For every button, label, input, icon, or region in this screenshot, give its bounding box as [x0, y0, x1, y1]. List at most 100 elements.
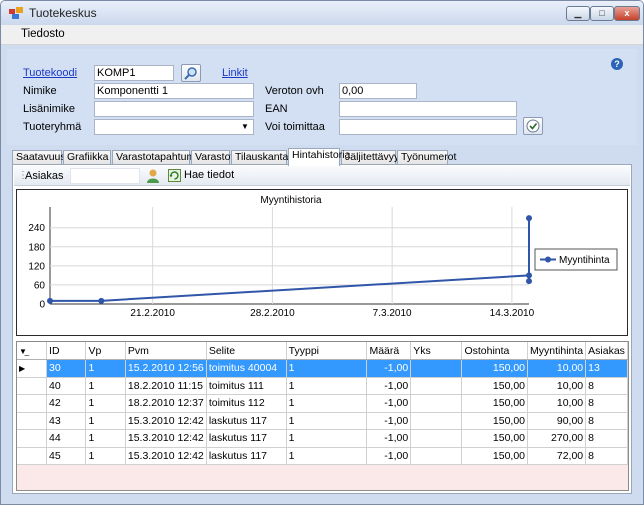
column-header[interactable]: Määrä [366, 342, 412, 360]
table-cell[interactable]: 8 [585, 394, 628, 413]
column-header[interactable]: Vp [85, 342, 126, 360]
table-cell[interactable]: 90,00 [527, 412, 587, 430]
row-header[interactable] [17, 377, 48, 395]
product-code-link[interactable]: Tuotekoodi [23, 67, 77, 79]
customer-input[interactable] [70, 168, 140, 184]
title-bar[interactable]: Tuotekeskus ▁ □ x [1, 1, 643, 25]
table-cell[interactable]: 30 [46, 359, 87, 378]
links-link[interactable]: Linkit [222, 67, 248, 79]
tab-varastot[interactable]: Varastot [191, 150, 233, 165]
table-cell[interactable]: 1 [286, 447, 368, 465]
table-row[interactable]: 42 1 18.2.2010 12:37 toimitus 112 1 -1,00 150,… [17, 394, 628, 413]
table-row[interactable]: 43 1 15.3.2010 12:42 laskutus 117 1 -1,00 150,… [17, 412, 628, 430]
table-row[interactable]: 44 1 15.3.2010 12:42 laskutus 117 1 -1,00 150,… [17, 429, 628, 448]
table-cell[interactable]: 1 [85, 429, 126, 448]
table-cell[interactable]: 1 [286, 394, 368, 413]
table-cell[interactable] [410, 394, 463, 413]
table-cell[interactable]: 15.3.2010 12:42 [125, 429, 207, 448]
column-header[interactable]: Yks [410, 342, 463, 360]
table-cell[interactable]: 150,00 [461, 447, 529, 465]
table-cell[interactable]: 18.2.2010 12:37 [125, 394, 207, 413]
table-cell[interactable]: 43 [46, 412, 87, 430]
table-cell[interactable]: -1,00 [366, 447, 412, 465]
table-cell[interactable]: laskutus 117 [206, 447, 287, 465]
menu-file[interactable]: Tiedosto [21, 28, 65, 40]
table-cell[interactable]: 150,00 [461, 412, 529, 430]
help-icon[interactable]: ? [611, 58, 623, 70]
extra-name-input[interactable] [94, 101, 254, 117]
table-cell[interactable]: 72,00 [527, 447, 587, 465]
table-cell[interactable]: 1 [286, 359, 368, 378]
ean-input[interactable] [339, 101, 517, 117]
table-cell[interactable]: 15.3.2010 12:42 [125, 412, 207, 430]
table-cell[interactable]: 1 [85, 447, 126, 465]
column-header[interactable]: Pvm [125, 342, 207, 360]
table-cell[interactable]: 270,00 [527, 429, 587, 448]
table-cell[interactable]: 13 [585, 359, 628, 378]
column-header[interactable]: Myyntihinta [527, 342, 587, 360]
table-cell[interactable]: 10,00 [527, 394, 587, 413]
maximize-button[interactable]: □ [590, 6, 614, 21]
confirm-button[interactable] [523, 117, 543, 135]
table-cell[interactable]: 8 [585, 412, 628, 430]
row-header[interactable] [17, 429, 48, 448]
row-header[interactable]: ▶ [17, 359, 48, 378]
column-header[interactable]: ID [46, 342, 87, 360]
tab-tilauskanta[interactable]: Tilauskanta [231, 150, 288, 165]
tab-varastotapahtumat[interactable]: Varastotapahtumat [112, 150, 204, 165]
table-cell[interactable]: 1 [85, 412, 126, 430]
row-header[interactable] [17, 412, 48, 430]
price-input[interactable]: 0,00 [339, 83, 417, 99]
tab-saatavuus[interactable]: Saatavuus [12, 150, 66, 165]
table-row[interactable]: 45 1 15.3.2010 12:42 laskutus 117 1 -1,00 150,… [17, 447, 628, 465]
table-cell[interactable]: 150,00 [461, 377, 529, 395]
table-cell[interactable] [410, 377, 463, 395]
table-cell[interactable]: -1,00 [366, 412, 412, 430]
search-product-button[interactable] [181, 64, 201, 82]
table-cell[interactable]: 1 [286, 412, 368, 430]
table-cell[interactable]: 1 [286, 429, 368, 448]
fetch-data-button[interactable]: Hae tiedot [168, 168, 258, 184]
table-cell[interactable]: -1,00 [366, 394, 412, 413]
user-icon[interactable] [146, 168, 160, 183]
table-cell[interactable]: 45 [46, 447, 87, 465]
tab-hintahistoria[interactable]: Hintahistoria [288, 148, 350, 166]
table-cell[interactable]: toimitus 111 [206, 377, 287, 395]
table-cell[interactable] [410, 447, 463, 465]
table-cell[interactable]: toimitus 40004 [206, 359, 287, 378]
table-cell[interactable]: 8 [585, 377, 628, 395]
supplier-input[interactable] [339, 119, 517, 135]
table-cell[interactable]: 1 [85, 377, 126, 395]
table-cell[interactable]: 15.3.2010 12:42 [125, 447, 207, 465]
table-cell[interactable]: 42 [46, 394, 87, 413]
table-cell[interactable] [410, 359, 463, 378]
table-cell[interactable]: 15.2.2010 12:56 [125, 359, 207, 378]
table-cell[interactable]: -1,00 [366, 359, 412, 378]
table-cell[interactable]: laskutus 117 [206, 412, 287, 430]
table-cell[interactable]: -1,00 [366, 429, 412, 448]
table-cell[interactable]: 150,00 [461, 359, 529, 378]
tab-tyonumerot[interactable]: Työnumerot [397, 150, 456, 165]
table-cell[interactable]: 8 [585, 429, 628, 448]
column-header[interactable]: Tyyppi [286, 342, 368, 360]
table-row[interactable]: 40 1 18.2.2010 11:15 toimitus 111 1 -1,00 150,… [17, 377, 628, 395]
table-cell[interactable]: 44 [46, 429, 87, 448]
table-cell[interactable]: -1,00 [366, 377, 412, 395]
table-cell[interactable]: 1 [85, 394, 126, 413]
table-cell[interactable]: 150,00 [461, 394, 529, 413]
table-cell[interactable]: 150,00 [461, 429, 529, 448]
table-cell[interactable] [410, 429, 463, 448]
name-input[interactable]: Komponentti 1 [94, 83, 254, 99]
minimize-button[interactable]: ▁ [566, 6, 590, 21]
filter-icon[interactable]: ▼̲ [19, 347, 27, 356]
row-header[interactable] [17, 447, 48, 465]
table-cell[interactable]: 8 [585, 447, 628, 465]
table-cell[interactable]: 10,00 [527, 377, 587, 395]
chevron-down-icon[interactable]: ▼ [241, 122, 249, 131]
column-header[interactable]: Ostohinta [461, 342, 529, 360]
group-select[interactable] [94, 119, 254, 135]
table-row[interactable]: ▶ 30 1 15.2.2010 12:56 toimitus 40004 1 -1,00 1… [17, 359, 628, 378]
table-cell[interactable]: 1 [85, 359, 126, 378]
column-header[interactable]: Selite [206, 342, 287, 360]
row-header[interactable] [17, 394, 48, 413]
